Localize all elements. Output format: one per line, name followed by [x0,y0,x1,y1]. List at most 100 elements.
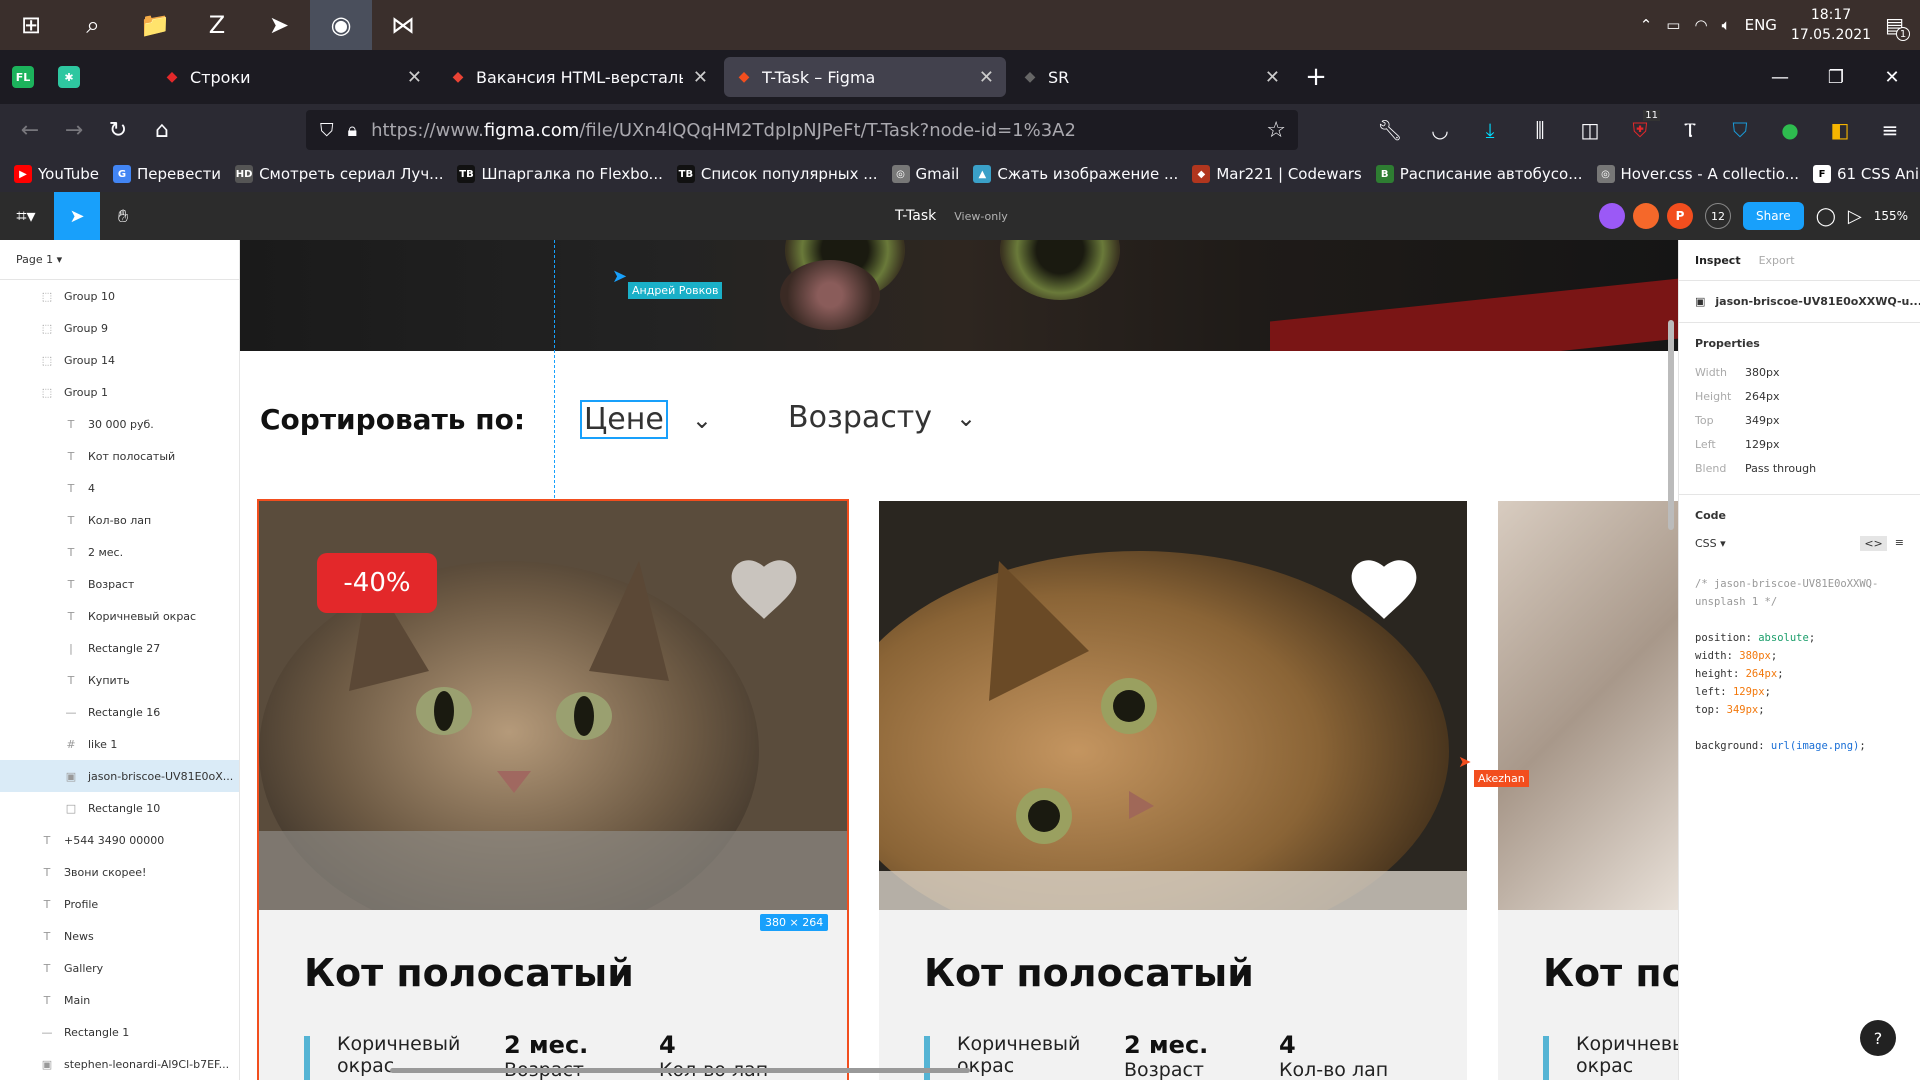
layer-item[interactable]: T Коричневый окрас [0,600,239,632]
layer-item[interactable]: | Rectangle 27 [0,632,239,664]
bookmark-item[interactable]: B Расписание автобусо... [1375,165,1583,183]
pinned-tab-fl[interactable]: FL [0,50,46,104]
share-button[interactable]: Share [1743,202,1804,230]
browser-tab[interactable]: ◆ T-Task – Figma ✕ [724,57,1006,97]
property-value[interactable]: Pass through [1745,462,1816,475]
bookmark-item[interactable]: TB Список популярных ... [676,165,878,183]
collaborator-count[interactable]: 12 [1705,203,1732,229]
volume-icon[interactable]: 🔈︎ [1722,16,1731,34]
horizontal-scrollbar[interactable] [390,1068,970,1073]
layer-item[interactable]: ▣ jason-briscoe-UV81E0oX... [0,760,239,792]
pinned-tab-app[interactable]: ✱ [46,50,92,104]
telegram-taskbar-button[interactable]: ➤ [248,0,310,50]
extension-shield-icon[interactable]: ⛉ [1718,108,1762,152]
present-icon[interactable]: ▷ [1848,206,1862,227]
back-button[interactable]: ← [8,108,52,152]
reload-button[interactable]: ↻ [96,108,140,152]
browser-tab[interactable]: ◆ Строки ✕ [152,57,434,97]
page-selector[interactable]: Page 1 ▾ [0,240,239,280]
layer-item[interactable]: T Купить [0,664,239,696]
property-value[interactable]: 349px [1745,414,1780,427]
layer-item[interactable]: T Кол-во лап [0,504,239,536]
comment-icon[interactable]: ◯ [1816,206,1836,227]
close-icon[interactable]: ✕ [1265,67,1280,88]
layer-item[interactable]: T 30 000 руб. [0,408,239,440]
layer-item[interactable]: ⬚ Group 1 [0,376,239,408]
filezilla-taskbar-button[interactable]: Z [186,0,248,50]
layer-item[interactable]: # like 1 [0,728,239,760]
property-value[interactable]: 129px [1745,438,1780,451]
layer-item[interactable]: T Profile [0,888,239,920]
library-icon[interactable]: ⫼ [1518,108,1562,152]
shield-icon[interactable]: ⛉ [320,120,334,141]
property-value[interactable]: 380px [1745,366,1780,379]
vertical-scrollbar[interactable] [1668,320,1674,530]
sort-by-price[interactable]: Цене ⌄ [580,400,712,439]
heart-icon[interactable] [1347,553,1421,623]
extension-bplus-icon[interactable]: ● [1768,108,1812,152]
sort-by-age[interactable]: Возрасту ⌄ [788,400,976,435]
layer-item[interactable]: T4 [0,472,239,504]
bookmark-item[interactable]: ▲ Сжать изображение ... [973,165,1178,183]
layer-item[interactable]: ⬚ Group 10 [0,280,239,312]
maximize-button[interactable]: ❐ [1808,50,1864,104]
close-icon[interactable]: ✕ [979,67,994,88]
product-card[interactable]: Кот полосатый Коричневый окрас 2 мес. Воз… [879,501,1467,1080]
layer-item[interactable]: ⬚ Group 14 [0,344,239,376]
wifi-icon[interactable]: ◠ [1694,16,1707,34]
bookmark-star-icon[interactable]: ☆ [1266,118,1286,143]
notification-icon[interactable]: ▤ 1 [1885,13,1910,41]
avatar[interactable] [1599,203,1626,229]
bookmark-item[interactable]: F 61 CSS Animation Exa... [1813,165,1920,183]
bookmark-item[interactable]: G Перевести [113,165,221,183]
layer-item[interactable]: T Возраст [0,568,239,600]
firefox-taskbar-button[interactable]: ◉ [310,0,372,50]
url-bar[interactable]: ⛉ 🔒︎ https://www.figma.com/file/UXn4lQQq… [306,110,1298,150]
product-card[interactable]: -40% Кот полосатый Коричневый окрас 2 ме… [257,499,849,1080]
browser-tab[interactable]: ◆ SR ✕ [1010,57,1292,97]
tab-inspect[interactable]: Inspect [1695,254,1741,267]
layer-item[interactable]: T Звони скорее! [0,856,239,888]
close-icon[interactable]: ✕ [693,67,708,88]
extension-adblock-icon[interactable]: ⛨ 11 [1618,108,1662,152]
bookmark-item[interactable]: TB Шпаргалка по Flexbo... [457,165,663,183]
close-icon[interactable]: ✕ [407,67,422,88]
bookmark-item[interactable]: HD Смотреть сериал Луч... [235,165,443,183]
figma-canvas[interactable]: Сортировать по: Цене ⌄ Возрасту ⌄ -40% К… [240,240,1678,1080]
help-button[interactable]: ? [1860,1020,1896,1056]
browser-tab[interactable]: ◆ Вакансия HTML-верстальщик ✕ [438,57,720,97]
download-icon[interactable]: ⤓ [1468,108,1512,152]
layer-item[interactable]: — Rectangle 16 [0,696,239,728]
clock[interactable]: 18:17 17.05.2021 [1791,5,1871,45]
menu-icon[interactable]: ≡ [1868,108,1912,152]
list-view-icon[interactable]: ≡ [1895,536,1904,551]
chevron-up-icon[interactable]: ⌃ [1640,16,1653,34]
file-name[interactable]: T-Task [895,208,936,224]
windows-start-taskbar-button[interactable]: ⊞ [0,0,62,50]
layer-item[interactable]: □ Rectangle 10 [0,792,239,824]
heart-icon[interactable] [727,553,801,623]
layer-item[interactable]: T 2 мес. [0,536,239,568]
hand-tool-icon[interactable]: ✋︎ [100,192,146,240]
file-explorer-taskbar-button[interactable]: 📁 [124,0,186,50]
pocket-icon[interactable]: ◡ [1418,108,1462,152]
layer-item[interactable]: — Rectangle 1 [0,1016,239,1048]
lock-icon[interactable]: 🔒︎ [348,120,358,141]
layer-item[interactable]: T +544 3490 00000 [0,824,239,856]
figma-menu-icon[interactable]: ⌗▾ [0,192,52,240]
code-view-icon[interactable]: <> [1860,536,1887,551]
layer-item[interactable]: T Main [0,984,239,1016]
avatar[interactable] [1633,203,1660,229]
avatar[interactable]: P [1667,203,1694,229]
bookmark-item[interactable]: ◎ Gmail [891,165,959,183]
move-tool-icon[interactable]: ➤ [54,192,100,240]
bookmark-item[interactable]: ◎ Hover.css - A collectio... [1596,165,1799,183]
close-window-button[interactable]: ✕ [1864,50,1920,104]
vscode-taskbar-button[interactable]: ⋈ [372,0,434,50]
bookmark-item[interactable]: ▶ YouTube [14,165,99,183]
layer-item[interactable]: ▣ stephen-leonardi-Al9Cl-b7EF... [0,1048,239,1080]
forward-button[interactable]: → [52,108,96,152]
property-value[interactable]: 264px [1745,390,1780,403]
code-language-select[interactable]: CSS ▾ [1695,537,1726,550]
language-indicator[interactable]: ENG [1745,16,1777,34]
